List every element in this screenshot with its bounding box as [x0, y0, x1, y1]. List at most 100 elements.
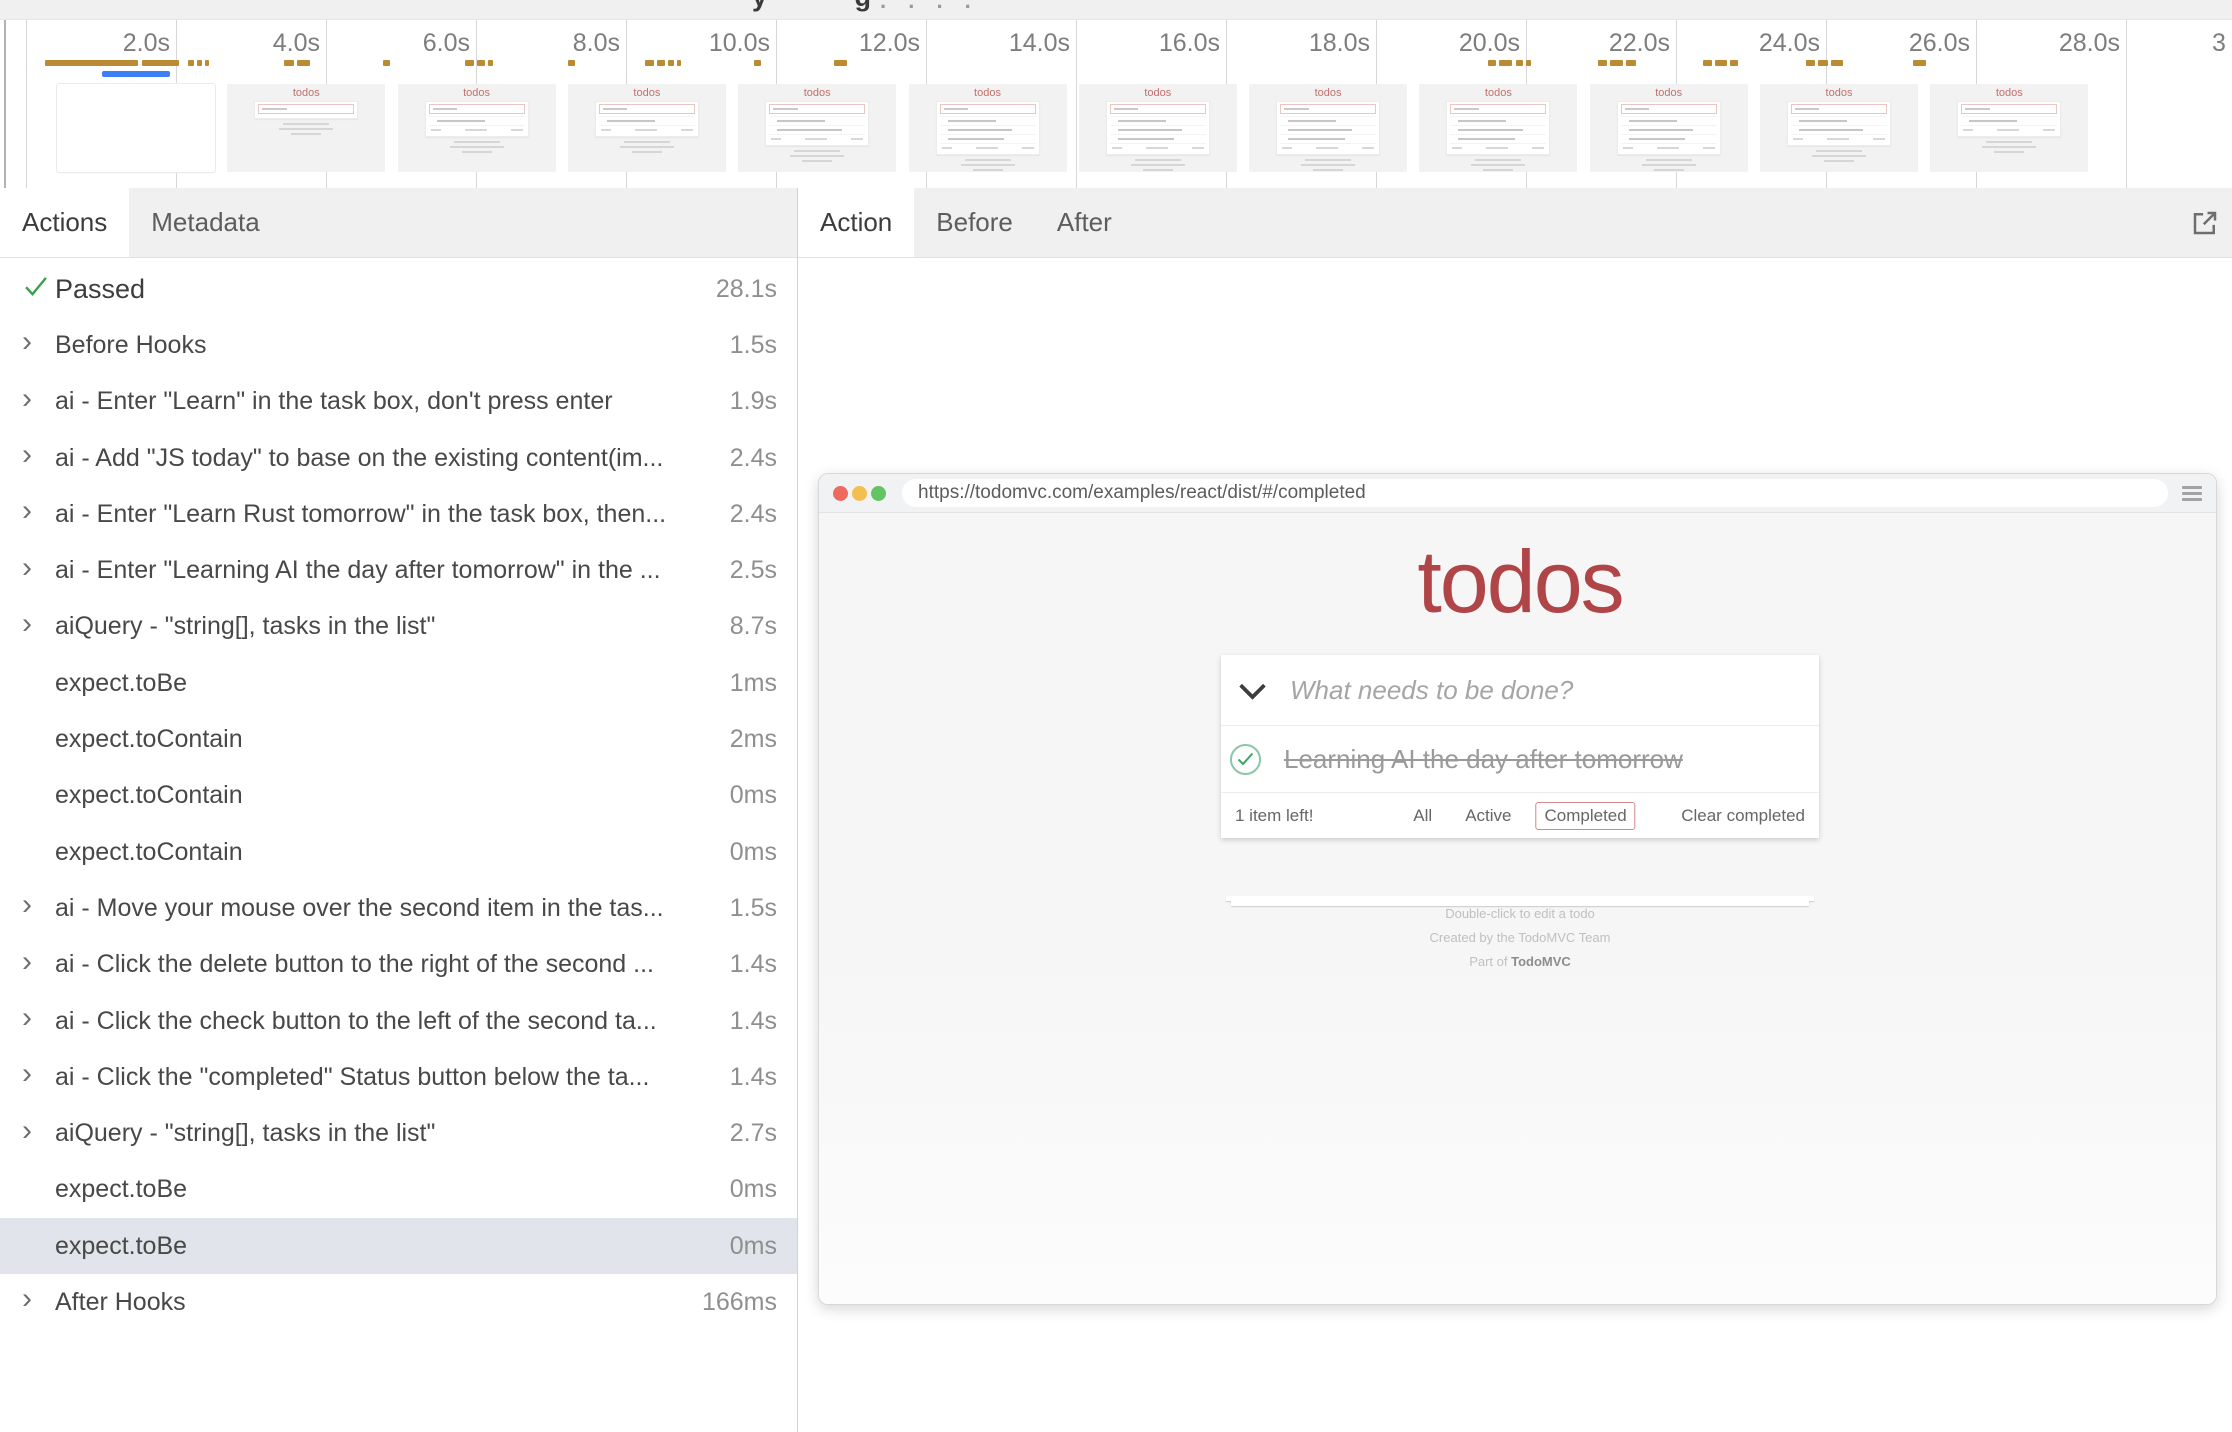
tab-metadata[interactable]: Metadata [129, 188, 281, 257]
actions-panel: ActionsMetadata Passed28.1s›Before Hooks… [0, 188, 797, 1432]
thumbnail-todos-title: todos [1930, 87, 2088, 99]
expand-chevron-icon[interactable]: › [22, 327, 55, 357]
filmstrip-thumbnail[interactable]: todos [1590, 84, 1748, 172]
action-list-item[interactable]: ›Before Hooks1.5s [0, 317, 797, 373]
todo-complete-toggle[interactable] [1230, 744, 1261, 775]
action-list-item[interactable]: expect.toContain2ms [0, 711, 797, 767]
expand-chevron-icon[interactable]: › [22, 609, 55, 639]
action-list-item[interactable]: ›ai - Enter "Learn Rust tomorrow" in the… [0, 486, 797, 542]
open-external-icon[interactable] [2190, 208, 2220, 238]
filmstrip-thumbnail[interactable]: todos [738, 84, 896, 172]
thumbnail-app-card [936, 101, 1040, 155]
action-list-item[interactable]: ›ai - Click the "completed" Status butto… [0, 1049, 797, 1105]
action-activity-mark [45, 60, 138, 66]
action-list-item[interactable]: ›After Hooks166ms [0, 1274, 797, 1330]
hamburger-menu-icon[interactable] [2182, 483, 2202, 504]
tab-before[interactable]: Before [914, 188, 1035, 257]
filmstrip-thumbnail[interactable]: todos [1760, 84, 1918, 172]
expand-chevron-icon[interactable]: › [22, 496, 55, 526]
thumbnail-footer [1280, 143, 1376, 152]
filter-completed-button[interactable]: Completed [1535, 802, 1635, 830]
filmstrip-thumbnail[interactable]: todos [1079, 84, 1237, 172]
action-activity-mark [1499, 60, 1512, 66]
action-label: expect.toBe [55, 1232, 724, 1261]
action-label: ai - Click the "completed" Status button… [55, 1063, 724, 1092]
expand-chevron-icon[interactable]: › [22, 1284, 55, 1314]
action-list-item[interactable]: expect.toContain0ms [0, 824, 797, 880]
action-list-item[interactable]: ›ai - Enter "Learn" in the task box, don… [0, 374, 797, 430]
thumbnail-todos-title: todos [1419, 87, 1577, 99]
duration-label: 166ms [702, 1288, 777, 1317]
action-list-item[interactable]: ›ai - Add "JS today" to base on the exis… [0, 430, 797, 486]
duration-label: 1ms [730, 669, 777, 698]
filmstrip-thumbnail[interactable]: todos [398, 84, 556, 172]
filmstrip-thumbnail[interactable] [57, 84, 215, 172]
thumbnail-footer [769, 134, 865, 143]
timeline[interactable]: 2.0s4.0s6.0s8.0s10.0s12.0s14.0s16.0s18.0… [0, 20, 2232, 189]
url-bar[interactable]: https://todomvc.com/examples/react/dist/… [902, 479, 2168, 507]
action-activity-mark [1610, 60, 1623, 66]
tab-action[interactable]: Action [798, 188, 914, 257]
action-activity-mark [1703, 60, 1712, 66]
status-label: Passed [55, 274, 710, 305]
action-label: ai - Add "JS today" to base on the exist… [55, 444, 724, 473]
thumbnail-app-card [1787, 101, 1891, 146]
action-list-item[interactable]: ›ai - Move your mouse over the second it… [0, 880, 797, 936]
tab-actions[interactable]: Actions [0, 188, 129, 257]
thumbnail-todo-row [1450, 125, 1546, 134]
traffic-light-zoom-icon[interactable] [871, 486, 886, 501]
action-list-item[interactable]: ›aiQuery - "string[], tasks in the list"… [0, 599, 797, 655]
filter-all-button[interactable]: All [1404, 802, 1441, 830]
toggle-all-chevron-down-icon[interactable] [1239, 673, 1266, 700]
action-activity-mark [754, 60, 761, 66]
action-activity-mark [383, 60, 390, 66]
action-list-item[interactable]: ›ai - Click the check button to the left… [0, 993, 797, 1049]
filmstrip-thumbnail[interactable]: todos [1930, 84, 2088, 172]
filmstrip-thumbnail[interactable]: todos [1249, 84, 1407, 172]
expand-chevron-icon[interactable]: › [22, 890, 55, 920]
thumbnail-app-card [1957, 101, 2061, 137]
todomvc-link[interactable]: TodoMVC [1511, 954, 1571, 969]
filter-active-button[interactable]: Active [1456, 802, 1520, 830]
expand-chevron-icon[interactable]: › [22, 1003, 55, 1033]
test-status-row[interactable]: Passed28.1s [0, 261, 797, 317]
action-list-item[interactable]: expect.toBe0ms [0, 1218, 797, 1274]
expand-chevron-icon[interactable]: › [22, 553, 55, 583]
action-label: aiQuery - "string[], tasks in the list" [55, 1119, 724, 1148]
thumbnail-todos-title: todos [398, 87, 556, 99]
action-list-item[interactable]: ›aiQuery - "string[], tasks in the list"… [0, 1105, 797, 1161]
passed-check-icon [22, 272, 55, 307]
new-todo-input[interactable]: What needs to be done? [1290, 675, 1573, 706]
clear-completed-button[interactable]: Clear completed [1681, 806, 1805, 826]
thumbnail-input [769, 104, 865, 114]
thumbnail-todos-title: todos [738, 87, 896, 99]
expand-chevron-icon[interactable]: › [22, 440, 55, 470]
filmstrip-thumbnail[interactable]: todos [227, 84, 385, 172]
new-todo-row[interactable]: What needs to be done? [1221, 655, 1819, 726]
action-list-item[interactable]: expect.toBe1ms [0, 655, 797, 711]
action-list-item[interactable]: ›ai - Click the delete button to the rig… [0, 937, 797, 993]
tab-after[interactable]: After [1035, 188, 1134, 257]
action-activity-mark [657, 60, 665, 66]
expand-chevron-icon[interactable]: › [22, 947, 55, 977]
thumbnail-footer [1961, 125, 2057, 134]
thumbnail-todos-title: todos [1079, 87, 1237, 99]
traffic-light-close-icon[interactable] [833, 486, 848, 501]
snapshot-tabbar: ActionBeforeAfter [798, 188, 2232, 258]
todo-item[interactable]: Learning AI the day after tomorrow [1221, 726, 1819, 793]
expand-chevron-icon[interactable]: › [22, 1116, 55, 1146]
filmstrip-thumbnail[interactable]: todos [1419, 84, 1577, 172]
thumbnail-app-card [1106, 101, 1210, 155]
thumbnail-todo-row [1110, 116, 1206, 125]
expand-chevron-icon[interactable]: › [22, 1059, 55, 1089]
action-list-item[interactable]: expect.toBe0ms [0, 1162, 797, 1218]
filmstrip-thumbnail[interactable]: todos [909, 84, 1067, 172]
action-label: expect.toContain [55, 838, 724, 867]
duration-label: 1.4s [730, 950, 777, 979]
traffic-light-minimize-icon[interactable] [852, 486, 867, 501]
action-list-item[interactable]: ›ai - Enter "Learning AI the day after t… [0, 542, 797, 598]
expand-chevron-icon[interactable]: › [22, 384, 55, 414]
action-list-item[interactable]: expect.toContain0ms [0, 768, 797, 824]
filmstrip-thumbnail[interactable]: todos [568, 84, 726, 172]
thumbnail-footer [1110, 143, 1206, 152]
